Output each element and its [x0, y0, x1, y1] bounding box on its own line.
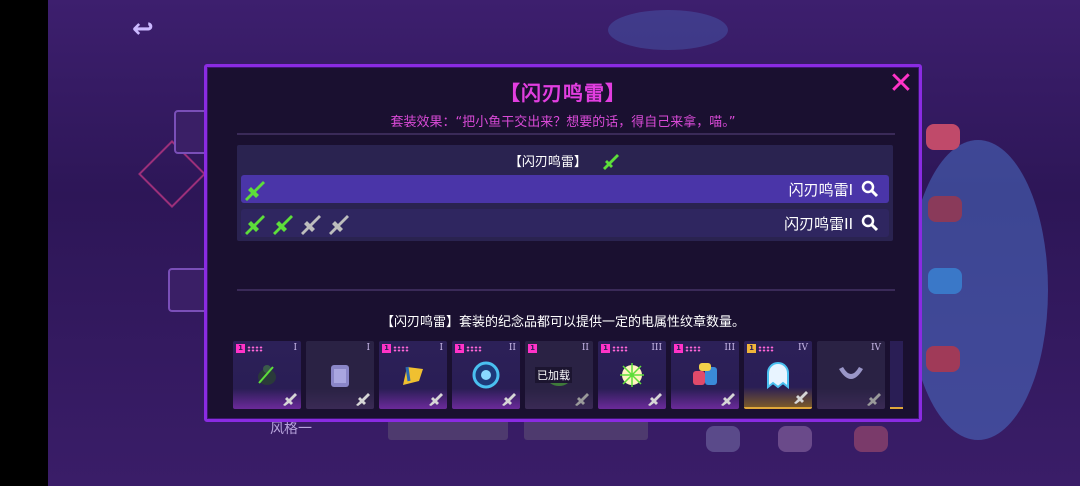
item-tier: I	[439, 343, 443, 353]
car-icon[interactable]	[926, 124, 960, 150]
item-tier: IV	[870, 343, 881, 353]
set-bonus-header-label: 【闪刃鸣雷】	[508, 155, 587, 170]
slot-dots-icon	[393, 346, 409, 352]
item-badge: 1	[382, 344, 391, 353]
loaded-label: 已加载	[535, 367, 572, 383]
item-badge: 1	[236, 344, 245, 353]
sword-icon	[502, 393, 516, 406]
sword-icon	[721, 393, 735, 406]
souvenir-item[interactable]: 1 III	[671, 341, 739, 409]
jars-icon	[693, 363, 717, 385]
souvenir-item[interactable]: 1 I	[233, 341, 301, 409]
slot-dots-icon	[247, 346, 263, 352]
souvenir-item[interactable]: 1 II 已加载	[525, 341, 593, 409]
flag-icon	[403, 366, 423, 385]
sword-icon	[356, 393, 370, 406]
sword-icon	[648, 393, 662, 406]
souvenir-item[interactable]: 1 III	[598, 341, 666, 409]
item-tier: III	[724, 343, 735, 353]
close-icon[interactable]: ✕	[887, 69, 915, 99]
item-badge: 1	[528, 344, 537, 353]
book-icon[interactable]	[928, 196, 962, 222]
sword-icon	[867, 393, 881, 406]
tier-sword-icons	[243, 177, 267, 201]
slot-dots-icon	[466, 346, 482, 352]
item-tier: IV	[797, 343, 808, 353]
collar-icon	[839, 367, 863, 379]
back-arrow-icon[interactable]: ↩	[132, 14, 154, 44]
beetle-icon	[258, 365, 276, 385]
sword-icon	[575, 393, 589, 406]
scroll-icon	[331, 365, 349, 387]
souvenir-list: 1 I I 1 I 1 II 1 II 已加载 1 III 1 III 1 IV…	[233, 341, 903, 411]
set-bonus-header: 【闪刃鸣雷】	[237, 151, 893, 174]
item-tier: I	[293, 343, 297, 353]
souvenir-item[interactable]: 1 I	[379, 341, 447, 409]
sword-icon	[245, 181, 265, 201]
set-detail-modal: 【闪刃鸣雷】 ✕ 套装效果：“把小鱼干交出来？想要的话，得自己来拿，喵。” 【闪…	[204, 64, 922, 422]
sword-icon	[429, 393, 443, 406]
souvenir-item[interactable]: 1 IV	[744, 341, 812, 409]
cloud-decoration	[608, 10, 728, 50]
item-badge: 1	[601, 344, 610, 353]
crown-icon[interactable]	[778, 426, 812, 452]
orb-icon[interactable]	[706, 426, 740, 452]
tier-name: 闪刃鸣雷I	[788, 181, 853, 199]
set-effect-text: 套装效果：“把小鱼干交出来？想要的话，得自己来拿，喵。”	[390, 115, 736, 130]
sword-icon	[273, 215, 293, 235]
set-tier-row-1[interactable]: 闪刃鸣雷I	[241, 175, 889, 203]
sword-icon	[283, 393, 297, 406]
search-icon[interactable]	[861, 214, 879, 232]
sword-icon	[601, 152, 621, 174]
set-bonus-panel: 【闪刃鸣雷】 闪刃鸣雷I 闪刃鸣雷II	[237, 145, 893, 241]
souvenir-item[interactable]: 1 II	[452, 341, 520, 409]
set-tier-row-2[interactable]: 闪刃鸣雷II	[241, 209, 889, 237]
item-badge: 1	[674, 344, 683, 353]
flower-icon[interactable]	[926, 346, 960, 372]
item-tier: II	[581, 343, 589, 353]
slot-dots-icon	[758, 346, 774, 352]
souvenir-item-partial[interactable]	[890, 341, 903, 409]
souvenir-item[interactable]: IV	[817, 341, 885, 409]
screen-left-bar	[0, 0, 48, 486]
spark-icon	[620, 363, 644, 387]
slot-dots-icon	[612, 346, 628, 352]
glasses-icon[interactable]	[854, 426, 888, 452]
sword-icon	[245, 215, 265, 235]
item-badge: 1	[455, 344, 464, 353]
souvenir-item[interactable]: I	[306, 341, 374, 409]
modal-title: 【闪刃鸣雷】	[500, 81, 626, 105]
item-tier: III	[651, 343, 662, 353]
orb-icon	[472, 361, 500, 389]
divider	[237, 289, 895, 291]
item-tier: II	[508, 343, 516, 353]
tier-name: 闪刃鸣雷II	[784, 215, 853, 233]
item-badge: 1	[747, 344, 756, 353]
cloud-icon[interactable]	[928, 268, 962, 294]
divider	[237, 133, 895, 135]
sword-icon-inactive	[301, 215, 321, 235]
ghost-icon	[767, 362, 789, 390]
item-tier: I	[366, 343, 370, 353]
set-description: 【闪刃鸣雷】套装的纪念品都可以提供一定的电属性纹章数量。	[380, 315, 745, 330]
slot-dots-icon	[685, 346, 701, 352]
tier-sword-icons	[243, 211, 351, 235]
search-icon[interactable]	[861, 180, 879, 198]
sword-icon	[794, 391, 808, 404]
sword-icon-inactive	[329, 215, 349, 235]
